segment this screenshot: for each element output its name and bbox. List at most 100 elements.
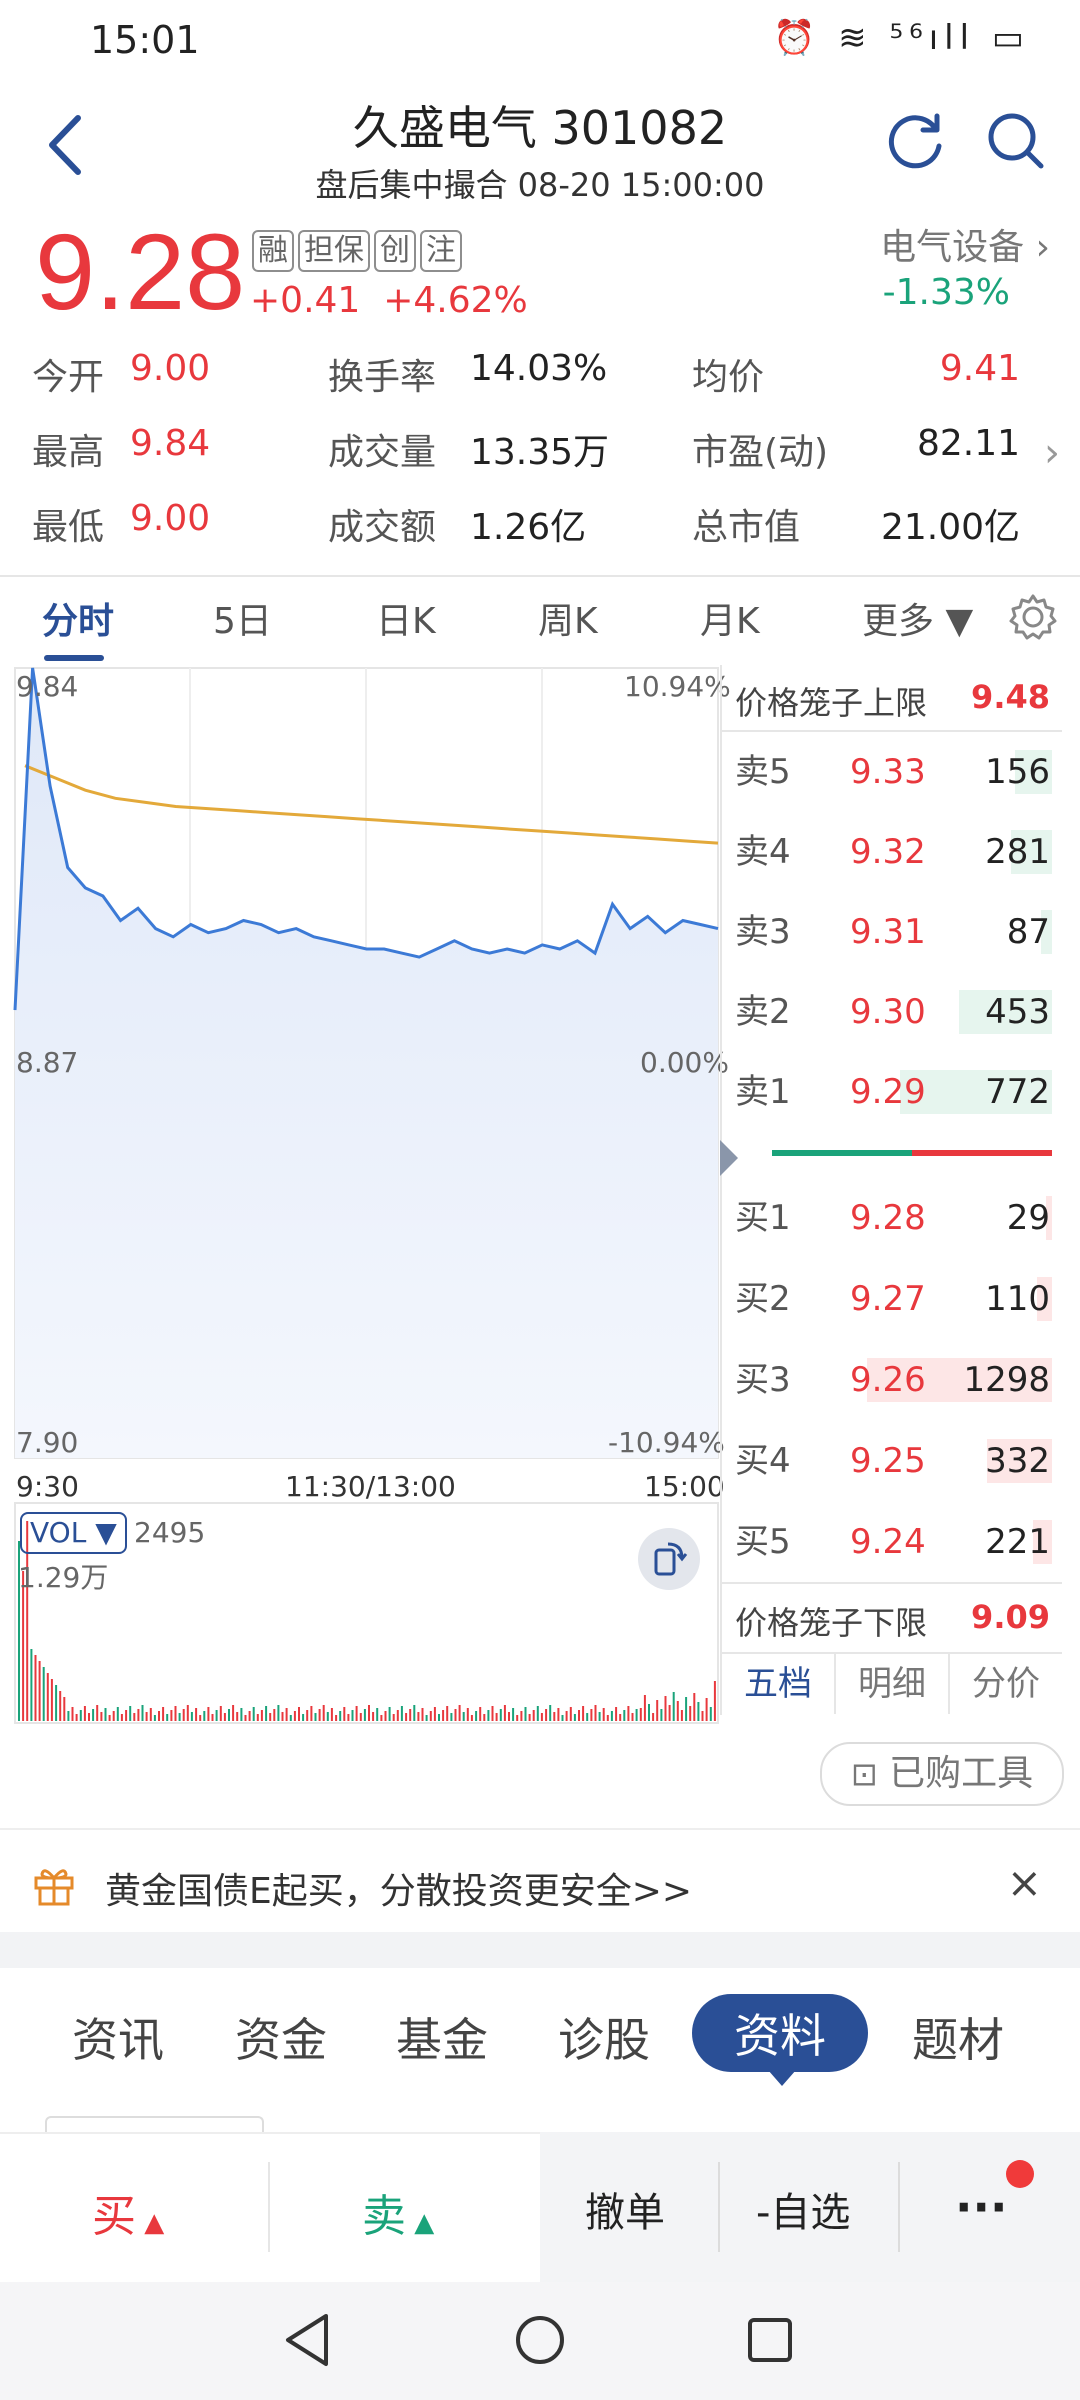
category-funds-flow[interactable]: 资金 [235,2004,327,2070]
stat-label: 成交额 [328,507,437,548]
volume-bar [372,1712,375,1721]
bid-level[interactable]: 买1 9.28 29 [735,1192,1050,1244]
pct-axis-top: 10.94% [624,670,731,703]
promo-text[interactable]: 黄金国债E起买，分散投资更安全>> [105,1862,692,1914]
purchased-tools-button[interactable]: ⊡ 已购工具 [820,1742,1064,1806]
tab-price-dist[interactable]: 分价 [950,1654,1062,1714]
nav-home-icon[interactable] [514,2314,566,2366]
tab-ticks[interactable]: 明细 [836,1654,950,1714]
refresh-icon[interactable] [885,110,947,172]
nav-back-icon[interactable] [282,2312,332,2368]
tab-intraday[interactable]: 分时 [42,592,114,644]
volume-bar [549,1705,552,1721]
ask-level[interactable]: 卖3 9.31 87 [735,906,1050,958]
volume-bar [108,1715,111,1721]
cancel-order-button[interactable]: 撤单 [585,2180,665,2238]
volume-bar [425,1715,428,1721]
volume-bar [388,1707,391,1721]
sell-button[interactable]: 卖 ▲ [362,2180,434,2244]
divider [722,730,1062,732]
close-icon[interactable]: × [1007,1858,1042,1907]
active-tab-indicator [44,655,104,661]
divider [720,665,722,1715]
watchlist-button[interactable]: -自选 [756,2180,850,2238]
volume-bar [512,1708,515,1721]
ask-level[interactable]: 卖5 9.33 156 [735,746,1050,798]
category-profile[interactable]: 资料 [692,1994,868,2072]
divider [722,1582,1062,1584]
volume-bar [112,1711,115,1721]
volume-bar [660,1709,663,1721]
volume-bar [170,1710,173,1721]
volume-indicator-selector[interactable]: VOL ▼ [20,1512,127,1554]
volume-bar [454,1709,457,1721]
category-fund[interactable]: 基金 [396,2004,488,2070]
volume-bar [162,1707,165,1721]
volume-bar [343,1707,346,1721]
tab-5day[interactable]: 5日 [213,592,272,644]
category-diagnose[interactable]: 诊股 [558,2004,650,2070]
sector-link[interactable]: 电气设备 › [880,218,1050,270]
bid-level[interactable]: 买2 9.27 110 [735,1273,1050,1325]
last-price: 9.28 [35,211,246,332]
volume-bar [392,1714,395,1721]
buy-button[interactable]: 买 ▲ [92,2180,164,2244]
bid-level[interactable]: 买3 9.26 1298 [735,1354,1050,1406]
ask-level[interactable]: 卖1 9.29 772 [735,1066,1050,1118]
tab-daily-k[interactable]: 日K [376,592,436,644]
volume-bar [34,1655,37,1721]
more-button[interactable]: ··· [955,2180,1007,2234]
volume-bar [610,1711,613,1721]
tab-monthly-k[interactable]: 月K [700,592,760,644]
volume-bar [569,1707,572,1721]
volume-bar [528,1714,531,1721]
search-icon[interactable] [985,110,1047,172]
ask-level[interactable]: 卖2 9.30 453 [735,986,1050,1038]
volume-bar [326,1712,329,1721]
divider [0,575,1080,577]
x-axis-start: 9:30 [16,1470,79,1503]
category-news[interactable]: 资讯 [72,2004,164,2070]
ratio-bar-buy [912,1150,1052,1156]
volume-bar [269,1713,272,1721]
volume-bar [421,1708,424,1721]
expand-triangle-icon[interactable] [720,1140,738,1176]
stat-value: 9.00 [130,348,211,389]
category-theme[interactable]: 题材 [912,2004,1004,2070]
volume-bar [643,1695,646,1721]
volume-bar [244,1715,247,1721]
volume-max: 1.29万 [18,1561,109,1594]
volume-bar [223,1713,226,1721]
volume-bar [265,1706,268,1721]
volume-bar [458,1705,461,1721]
chevron-right-icon[interactable]: › [1044,430,1060,476]
bid-level[interactable]: 买5 9.24 221 [735,1516,1050,1568]
gift-icon [34,1869,74,1906]
volume-bar [623,1710,626,1721]
tab-more[interactable]: 更多 ▼ [862,592,973,644]
rotate-landscape-button[interactable] [638,1528,700,1590]
volume-bar [219,1706,222,1721]
volume-bar [38,1661,41,1721]
bid-level[interactable]: 买4 9.25 332 [735,1435,1050,1487]
stat-label: 最高 [32,432,105,473]
divider [718,2162,720,2252]
volume-bar [30,1649,33,1721]
volume-bar [446,1706,449,1721]
volume-bar [339,1711,342,1721]
tab-five-levels[interactable]: 五档 [722,1654,836,1714]
volume-bar [100,1712,103,1721]
volume-bar [289,1715,292,1721]
volume-bar [277,1705,280,1721]
volume-bar [145,1712,148,1721]
tab-weekly-k[interactable]: 周K [538,592,598,644]
volume-bar [125,1710,128,1721]
volume-bar [417,1712,420,1721]
volume-bar [520,1711,523,1721]
bag-icon: ⊡ [850,1755,878,1793]
volume-bar [438,1714,440,1721]
settings-gear-icon[interactable] [1008,592,1058,642]
volume-bar [302,1714,305,1721]
ask-level[interactable]: 卖4 9.32 281 [735,826,1050,878]
nav-recents-icon[interactable] [746,2316,794,2364]
